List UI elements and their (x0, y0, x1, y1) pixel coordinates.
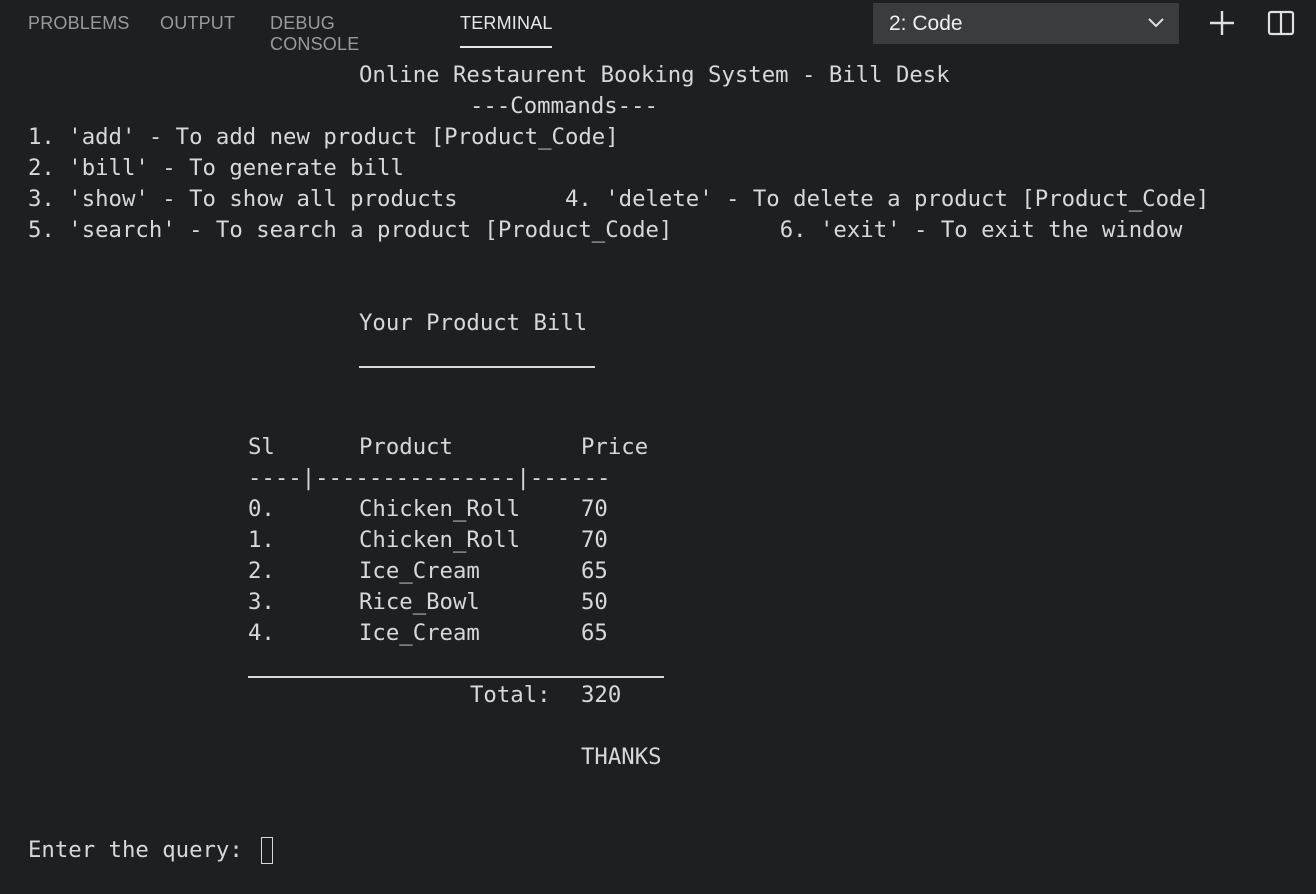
plus-icon[interactable] (1207, 8, 1237, 38)
tab-debug-console[interactable]: DEBUG CONSOLE (270, 13, 359, 55)
table-separator: ----|---------------|------ (248, 465, 611, 491)
row-product: Chicken_Roll (359, 527, 521, 553)
terminal-select-value: 2: Code (889, 12, 963, 35)
commands-title: ---Commands--- (470, 93, 658, 119)
row-product: Chicken_Roll (359, 496, 521, 522)
total-label: Total: (470, 682, 551, 708)
bill-title-underline (359, 366, 595, 368)
command-line: 3. 'show' - To show all products 4. 'del… (28, 186, 1210, 212)
row-price: 70 (581, 496, 608, 522)
row-sl: 4. (248, 620, 275, 646)
bill-title: Your Product Bill (359, 310, 588, 336)
row-price: 70 (581, 527, 608, 553)
active-tab-indicator (460, 46, 552, 48)
tab-terminal[interactable]: TERMINAL (460, 13, 553, 34)
split-pane-icon[interactable] (1266, 8, 1296, 38)
terminal-select[interactable]: 2: Code (873, 3, 1179, 44)
row-price: 50 (581, 589, 608, 615)
command-line: 2. 'bill' - To generate bill (28, 155, 404, 181)
tab-output[interactable]: OUTPUT (160, 13, 235, 34)
row-product: Rice_Bowl (359, 589, 480, 615)
total-value: 320 (581, 682, 622, 708)
row-sl: 2. (248, 558, 275, 584)
command-line: 5. 'search' - To search a product [Produ… (28, 217, 1183, 243)
tab-problems[interactable]: PROBLEMS (28, 13, 130, 34)
row-sl: 0. (248, 496, 275, 522)
row-product: Ice_Cream (359, 620, 480, 646)
row-product: Ice_Cream (359, 558, 480, 584)
col-header-product: Product (359, 434, 453, 460)
row-sl: 1. (248, 527, 275, 553)
query-prompt: Enter the query: (28, 837, 257, 863)
row-sl: 3. (248, 589, 275, 615)
col-header-price: Price (581, 434, 649, 460)
chevron-down-icon (1148, 18, 1164, 28)
total-rule (248, 676, 664, 678)
row-price: 65 (581, 558, 608, 584)
thanks-text: THANKS (581, 744, 662, 770)
terminal-cursor[interactable] (261, 837, 273, 864)
row-price: 65 (581, 620, 608, 646)
command-line: 1. 'add' - To add new product [Product_C… (28, 124, 619, 150)
col-header-sl: Sl (248, 434, 275, 460)
app-header: Online Restaurent Booking System - Bill … (359, 62, 950, 88)
